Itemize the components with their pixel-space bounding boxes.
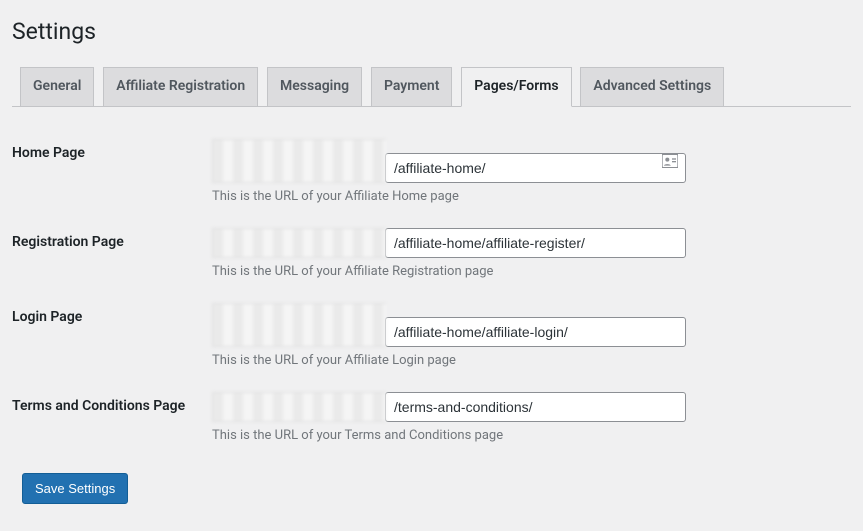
registration-page-input[interactable]: [385, 228, 686, 258]
tab-messaging[interactable]: Messaging: [267, 67, 362, 106]
registration-page-prefix: [212, 228, 386, 258]
login-page-label: Login Page: [12, 291, 212, 380]
home-page-helper: This is the URL of your Affiliate Home p…: [212, 189, 841, 204]
settings-tabs: General Affiliate Registration Messaging…: [12, 57, 851, 107]
home-page-prefix: [212, 139, 386, 183]
tab-general[interactable]: General: [20, 67, 94, 106]
registration-page-helper: This is the URL of your Affiliate Regist…: [212, 264, 841, 279]
home-page-label: Home Page: [12, 127, 212, 216]
tab-advanced-settings[interactable]: Advanced Settings: [580, 67, 724, 106]
registration-page-label: Registration Page: [12, 216, 212, 291]
tab-pages-forms[interactable]: Pages/Forms: [461, 67, 571, 107]
terms-page-helper: This is the URL of your Terms and Condit…: [212, 428, 841, 443]
settings-form: Home Page This is the URL of your Affili…: [12, 127, 851, 455]
page-title: Settings: [12, 0, 851, 57]
login-page-prefix: [212, 303, 386, 347]
tab-affiliate-registration[interactable]: Affiliate Registration: [103, 67, 258, 106]
login-page-helper: This is the URL of your Affiliate Login …: [212, 353, 841, 368]
contact-card-icon: [662, 154, 678, 168]
login-page-input[interactable]: [385, 317, 686, 347]
save-settings-button[interactable]: Save Settings: [22, 473, 128, 504]
tab-payment[interactable]: Payment: [371, 67, 453, 106]
terms-page-prefix: [212, 392, 386, 422]
terms-page-label: Terms and Conditions Page: [12, 380, 212, 455]
terms-page-input[interactable]: [385, 392, 686, 422]
home-page-input[interactable]: [385, 153, 686, 183]
